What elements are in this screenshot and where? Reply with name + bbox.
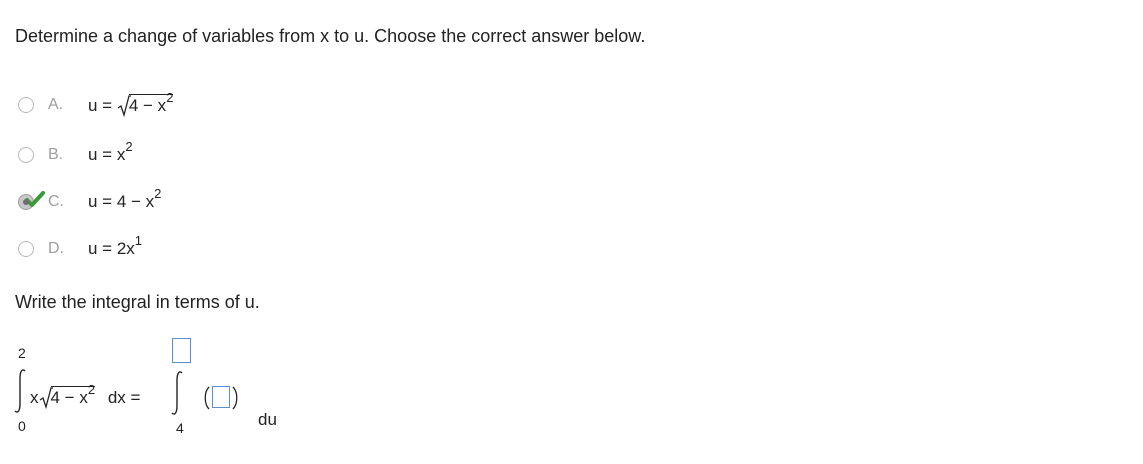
integral-sign-icon (14, 369, 26, 413)
radical: 4 − x2 (117, 91, 174, 118)
exponent: 2 (125, 139, 133, 155)
integrand-prefix: x (30, 388, 39, 407)
radicand-text: 4 − x (128, 96, 167, 115)
exponent: 2 (154, 186, 162, 202)
radio-button-selected[interactable] (18, 191, 45, 210)
choice-b[interactable]: B. u = x2 (18, 140, 133, 167)
choice-d-expression: u = 2x1 (88, 234, 142, 259)
choice-c[interactable]: C. u = 4 − x2 (18, 187, 161, 214)
radio-button[interactable] (18, 241, 34, 257)
exponent: 2 (166, 90, 174, 106)
radical-sign-icon (39, 387, 53, 410)
radical: 4 − x2 (39, 383, 96, 410)
integral-sign-icon (171, 371, 183, 415)
choice-letter: B. (48, 146, 64, 163)
check-icon (25, 191, 45, 207)
left-paren-icon (204, 386, 210, 410)
choice-letter: A. (48, 96, 64, 113)
radicand-text: 4 − x (50, 388, 88, 407)
expression-base: u = 2x (88, 239, 135, 258)
expression-lhs: u = (88, 96, 117, 115)
radical-sign-icon (117, 95, 131, 118)
differential-dx: dx = (107, 388, 141, 407)
differential-du: du (258, 410, 277, 429)
radio-button[interactable] (18, 147, 34, 163)
left-integrand: x 4 − x2 dx = (30, 383, 1143, 410)
radio-button[interactable] (18, 97, 34, 113)
upper-limit-answer-box[interactable] (172, 338, 191, 363)
exponent: 1 (134, 233, 143, 249)
right-paren-icon (232, 386, 238, 410)
integral-prompt: Write the integral in terms of u. (15, 292, 260, 312)
choice-letter: C. (48, 193, 64, 210)
integrand-answer-box[interactable] (212, 386, 230, 408)
lower-limit: 4 (176, 420, 184, 436)
choice-a[interactable]: A. u = 4 − x2 (18, 91, 174, 118)
question-prompt: Determine a change of variables from x t… (15, 26, 646, 46)
choice-c-expression: u = 4 − x2 (88, 187, 161, 212)
upper-limit: 2 (18, 345, 26, 361)
expression-base: u = x (88, 145, 126, 164)
exponent: 2 (87, 382, 96, 398)
lower-limit: 0 (18, 418, 26, 434)
choice-d[interactable]: D. u = 2x1 (18, 234, 142, 261)
expression-base: u = 4 − x (88, 192, 155, 211)
choice-a-expression: u = 4 − x2 (88, 91, 174, 118)
choice-letter: D. (48, 240, 64, 257)
choice-b-expression: u = x2 (88, 140, 133, 165)
